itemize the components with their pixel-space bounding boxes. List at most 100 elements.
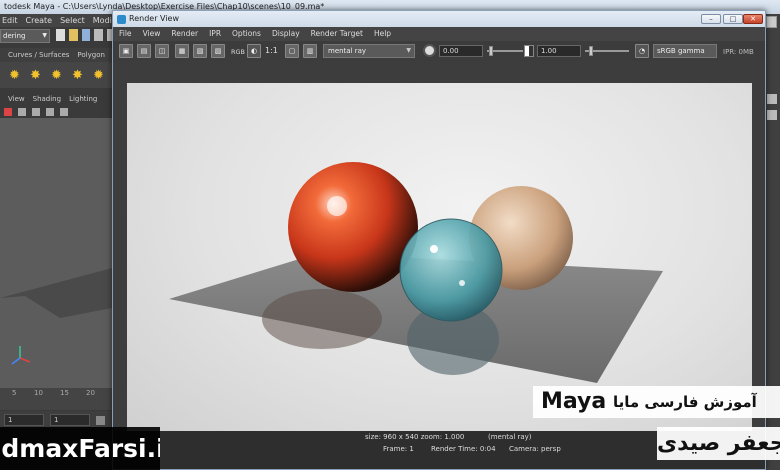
panel-menu-lighting[interactable]: Lighting	[69, 93, 97, 105]
render-view-toolbar: ▣ ▤ ◫ ▦ ▧ ▨ RGB ◐ 1:1 ▢ ▥ mental ray ▼ 0…	[113, 41, 765, 61]
color-management-dropdown[interactable]: sRGB gamma	[653, 44, 717, 58]
chevron-down-icon: ▼	[42, 32, 47, 39]
timeline-tick: 5	[12, 389, 17, 397]
menu-select[interactable]: Select	[60, 14, 85, 27]
real-size-button[interactable]: 1:1	[265, 45, 278, 57]
render-size-info: size: 960 x 540 zoom: 1.000	[365, 433, 465, 441]
shelf-tab-polygon[interactable]: Polygon	[77, 48, 105, 62]
gamma-field[interactable]: 1.00	[537, 45, 581, 57]
author-name: جعفر صیدی	[657, 431, 780, 456]
render-view-title: Render View	[129, 14, 180, 23]
perspective-viewport[interactable]	[0, 118, 112, 388]
orange-sphere	[288, 162, 418, 292]
color-management-icon[interactable]: ◔	[635, 44, 649, 58]
remove-image-icon[interactable]: ▨	[211, 44, 225, 58]
shelf-tab-curves-surfaces[interactable]: Curves / Surfaces	[8, 48, 69, 62]
course-title-persian: آموزش فارسی مایا	[613, 393, 757, 411]
timeline-tick: 20	[86, 389, 95, 397]
camera-info: Camera: persp	[509, 445, 561, 453]
camera-attributes-icon[interactable]	[18, 108, 26, 116]
rv-menu-view[interactable]: View	[143, 28, 161, 40]
orange-sphere-highlight	[327, 196, 347, 216]
timeline-tick: 10	[34, 389, 43, 397]
region-render-icon[interactable]: ▦	[175, 44, 189, 58]
new-scene-icon[interactable]	[56, 29, 65, 41]
shelf-tabs: Curves / Surfaces Polygon	[0, 48, 115, 62]
exposure-slider-thumb[interactable]	[489, 46, 493, 56]
snap-icon[interactable]	[94, 29, 104, 41]
image-plane-icon[interactable]	[46, 108, 54, 116]
ipr-render-icon[interactable]: ▤	[137, 44, 151, 58]
rv-menu-display[interactable]: Display	[272, 28, 300, 40]
viewport-ground-plane	[0, 268, 112, 365]
attribute-editor-icon[interactable]	[767, 110, 777, 120]
render-image-area[interactable]	[113, 61, 765, 441]
render-view-title-bar[interactable]: Render View	[113, 11, 765, 27]
ipr-memory-label: IPR: 0MB	[723, 48, 754, 56]
maximize-button[interactable]: □	[723, 14, 743, 24]
gamma-slider-thumb[interactable]	[589, 46, 593, 56]
grid-toggle-icon[interactable]	[60, 108, 68, 116]
file-icons-group	[56, 29, 116, 43]
open-scene-icon[interactable]	[68, 29, 78, 41]
minimize-button[interactable]: –	[701, 14, 721, 24]
panel-menu-view[interactable]: View	[8, 93, 25, 105]
frame-info: Frame: 1	[383, 445, 414, 453]
teal-glass-sphere	[399, 218, 503, 322]
area-light-icon[interactable]: ✹	[92, 69, 105, 82]
panel-toolbar	[0, 106, 112, 118]
panel-close-icon[interactable]	[766, 16, 777, 28]
teal-sphere-highlight	[430, 245, 438, 253]
rv-menu-file[interactable]: File	[119, 28, 132, 40]
select-camera-icon[interactable]	[4, 108, 12, 116]
time-slider[interactable]: 5 10 15 20	[0, 388, 112, 410]
renderer-dropdown[interactable]: mental ray ▼	[323, 44, 415, 58]
channel-box-icon[interactable]	[767, 94, 777, 104]
panel-menu: View Shading Lighting	[0, 93, 115, 105]
maya-app-icon	[117, 15, 126, 24]
exposure-field[interactable]: 0.00	[439, 45, 483, 57]
menu-set-dropdown[interactable]: dering ▼	[0, 29, 50, 43]
close-button[interactable]: ✕	[743, 14, 763, 24]
frame-region-icon[interactable]: ▥	[303, 44, 317, 58]
ambient-light-icon[interactable]: ✹	[8, 69, 21, 82]
renderer-info: (mental ray)	[488, 433, 532, 441]
chevron-down-icon: ▼	[406, 47, 411, 54]
maya-menu-bar: Edit Create Select Modify	[0, 14, 120, 27]
author-watermark: جعفر صیدی	[657, 427, 780, 460]
teal-sphere-highlight-2	[459, 280, 465, 286]
spot-light-icon[interactable]: ✸	[71, 69, 84, 82]
frame-image-icon[interactable]: ▢	[285, 44, 299, 58]
snapshot-icon[interactable]: ◫	[155, 44, 169, 58]
rv-menu-render-target[interactable]: Render Target	[311, 28, 363, 40]
keep-image-icon[interactable]: ▧	[193, 44, 207, 58]
current-frame-field[interactable]: 1	[50, 414, 90, 426]
exposure-icon	[423, 44, 436, 57]
render-icon[interactable]: ▣	[119, 44, 133, 58]
menu-edit[interactable]: Edit	[2, 14, 18, 27]
website-url: 3dmaxFarsi.ir	[0, 434, 160, 463]
render-view-menu-bar: File View Render IPR Options Display Ren…	[113, 28, 765, 40]
directional-light-icon[interactable]: ✸	[29, 69, 42, 82]
orange-sphere-reflection	[262, 289, 382, 349]
shelf-icons: ✹ ✸ ✹ ✸ ✹	[0, 62, 115, 88]
rv-menu-ipr[interactable]: IPR	[209, 28, 221, 40]
gamma-icon	[524, 45, 534, 57]
timeline-tick: 15	[60, 389, 69, 397]
panel-menu-shading[interactable]: Shading	[33, 93, 61, 105]
rgb-channel-button[interactable]: RGB	[231, 46, 245, 58]
range-start-field[interactable]: 1	[4, 414, 44, 426]
save-scene-icon[interactable]	[81, 29, 91, 41]
range-toggle-icon[interactable]	[96, 415, 105, 425]
rv-menu-options[interactable]: Options	[232, 28, 261, 40]
alpha-channel-icon[interactable]: ◐	[247, 44, 261, 58]
menu-create[interactable]: Create	[26, 14, 53, 27]
renderer-label: mental ray	[328, 47, 367, 55]
rv-menu-help[interactable]: Help	[374, 28, 391, 40]
point-light-icon[interactable]: ✹	[50, 69, 63, 82]
render-time-info: Render Time: 0:04	[431, 445, 496, 453]
course-title-banner: Maya آموزش فارسی مایا	[533, 386, 780, 418]
bookmark-icon[interactable]	[32, 108, 40, 116]
rv-menu-render[interactable]: Render	[171, 28, 198, 40]
menu-set-label: dering	[3, 32, 26, 40]
